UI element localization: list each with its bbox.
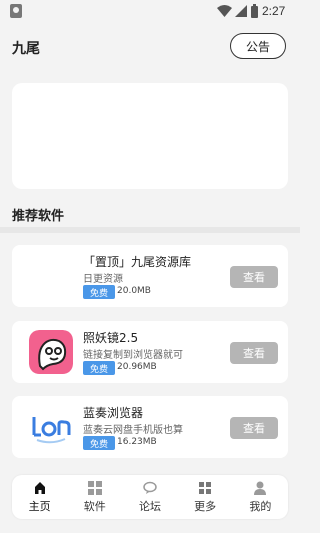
app-size: 16.23MB: [117, 437, 157, 447]
ghost-app-icon: [29, 330, 73, 374]
free-badge: 免费: [83, 361, 115, 375]
more-icon: [199, 481, 212, 494]
section-divider: [0, 227, 300, 233]
view-button[interactable]: 查看: [230, 417, 278, 439]
status-time: 2:27: [262, 4, 286, 18]
apps-icon: [87, 480, 102, 495]
nav-profile-label: 我的: [249, 499, 272, 513]
app-size: 20.0MB: [117, 286, 151, 296]
nav-more[interactable]: 更多: [183, 477, 227, 517]
profile-icon: [254, 481, 267, 495]
view-button[interactable]: 查看: [230, 342, 278, 364]
app-desc: 蓝奏云网盘手机版也算: [83, 425, 183, 436]
app-desc: 日更资源: [83, 274, 123, 285]
free-badge: 免费: [83, 436, 115, 450]
nav-apps-label: 软件: [83, 499, 106, 513]
nav-home-label: 主页: [28, 499, 51, 513]
app-desc: 链接复制到浏览器就可: [83, 350, 183, 361]
app-name: 蓝奏浏览器: [83, 406, 144, 420]
chat-icon: [143, 481, 157, 494]
app-icon-blank: [29, 254, 73, 298]
lanzou-app-icon: [29, 405, 73, 449]
status-bar: 2:27: [0, 0, 300, 24]
view-button[interactable]: 查看: [230, 266, 278, 288]
app-name: 照妖镜2.5: [83, 331, 139, 345]
notification-app-icon: [10, 4, 22, 18]
home-icon: [34, 481, 45, 494]
section-title: 推荐软件: [12, 209, 65, 224]
app-card-jiuwei[interactable]: 「置顶」九尾资源库 日更资源 免费 20.0MB 查看: [12, 245, 288, 307]
app-name: 「置顶」九尾资源库: [83, 255, 192, 269]
app-card-zhaoyaojing[interactable]: 照妖镜2.5 链接复制到浏览器就可 免费 20.96MB 查看: [12, 321, 288, 383]
banner[interactable]: [12, 83, 288, 189]
free-badge: 免费: [83, 285, 115, 299]
nav-forum[interactable]: 论坛: [128, 477, 172, 517]
app-card-lanzou[interactable]: 蓝奏浏览器 蓝奏云网盘手机版也算 免费 16.23MB 查看: [12, 396, 288, 458]
nav-forum-label: 论坛: [138, 499, 161, 513]
signal-icon: [235, 5, 247, 17]
battery-icon: [251, 4, 258, 18]
bottom-nav: 主页 软件 论坛 更多 我的: [12, 475, 288, 519]
nav-profile[interactable]: 我的: [238, 477, 282, 517]
nav-home[interactable]: 主页: [18, 477, 62, 517]
wifi-icon: [217, 5, 232, 17]
app-size: 20.96MB: [117, 362, 157, 372]
nav-apps[interactable]: 软件: [73, 477, 117, 517]
page-title: 九尾: [12, 41, 40, 57]
notice-button[interactable]: 公告: [230, 33, 286, 59]
nav-more-label: 更多: [194, 499, 217, 513]
